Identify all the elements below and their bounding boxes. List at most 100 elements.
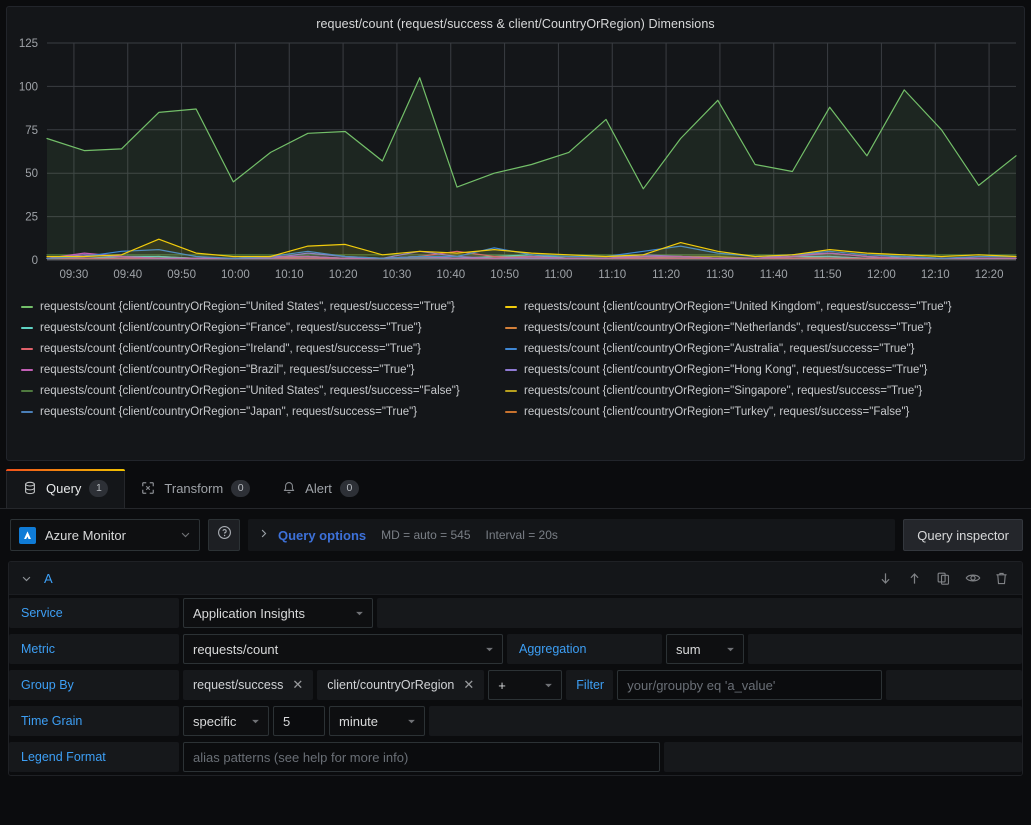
- time-grain-row: Time Grain specific minute: [9, 703, 1022, 739]
- legend-series-label: requests/count {client/countryOrRegion="…: [40, 405, 418, 418]
- close-icon[interactable]: ✕: [463, 677, 474, 693]
- legend-series-label: requests/count {client/countryOrRegion="…: [524, 405, 910, 418]
- legend-series-label: requests/count {client/countryOrRegion="…: [40, 342, 421, 355]
- svg-text:10:30: 10:30: [383, 269, 412, 281]
- group-by-label: Group By: [9, 670, 179, 700]
- legend-item[interactable]: requests/count {client/countryOrRegion="…: [505, 296, 973, 317]
- datasource-picker[interactable]: Azure Monitor: [10, 519, 200, 551]
- query-action-icons: [877, 570, 1014, 587]
- tab-alert[interactable]: Alert 0: [266, 469, 375, 508]
- svg-text:12:00: 12:00: [867, 269, 896, 281]
- legend-series-label: requests/count {client/countryOrRegion="…: [524, 363, 928, 376]
- chart-svg: 0 25 50 75 100 125 09:30 09:40 09:50 10:00 10:10 10…: [19, 38, 1017, 281]
- metric-select[interactable]: requests/count: [183, 634, 503, 664]
- legend-item[interactable]: requests/count {client/countryOrRegion="…: [505, 380, 973, 401]
- svg-text:11:40: 11:40: [760, 269, 788, 281]
- chart-legend: requests/count {client/countryOrRegion="…: [7, 290, 1024, 422]
- legend-series-label: requests/count {client/countryOrRegion="…: [524, 342, 915, 355]
- query-row-a: A Service Application Insights Metric re…: [8, 561, 1023, 776]
- legend-item[interactable]: requests/count {client/countryOrRegion="…: [21, 338, 489, 359]
- legend-format-input[interactable]: [183, 742, 660, 772]
- transform-icon: [141, 481, 156, 496]
- legend-item[interactable]: requests/count {client/countryOrRegion="…: [505, 338, 973, 359]
- chevron-down-icon: [355, 606, 364, 621]
- eye-icon[interactable]: [964, 570, 981, 587]
- legend-item[interactable]: requests/count {client/countryOrRegion="…: [21, 380, 489, 401]
- trash-icon[interactable]: [993, 570, 1010, 587]
- arrow-down-icon[interactable]: [877, 570, 894, 587]
- chevron-down-icon: [407, 714, 416, 729]
- svg-text:0: 0: [32, 255, 38, 267]
- time-grain-amount-input[interactable]: [273, 706, 325, 736]
- group-by-tag-request-success[interactable]: request/success ✕: [183, 670, 314, 700]
- time-grain-unit-value: minute: [339, 713, 379, 729]
- database-icon: [23, 481, 38, 496]
- legend-item[interactable]: requests/count {client/countryOrRegion="…: [505, 359, 973, 380]
- add-group-by-label: +: [498, 677, 506, 693]
- time-grain-row-filler: [429, 706, 1022, 736]
- legend-item[interactable]: requests/count {client/countryOrRegion="…: [21, 401, 489, 422]
- legend-color-swatch: [21, 305, 33, 308]
- svg-text:75: 75: [25, 125, 38, 137]
- tab-count-badge: 0: [339, 480, 359, 497]
- legend-item[interactable]: requests/count {client/countryOrRegion="…: [21, 296, 489, 317]
- tab-count-badge: 0: [231, 480, 251, 497]
- svg-text:10:10: 10:10: [275, 269, 304, 281]
- legend-color-swatch: [505, 389, 517, 392]
- query-ref-id[interactable]: A: [44, 571, 53, 586]
- datasource-help-button[interactable]: [208, 519, 240, 551]
- collapse-query-icon[interactable]: [21, 573, 37, 584]
- time-grain-mode-select[interactable]: specific: [183, 706, 269, 736]
- add-group-by-select[interactable]: +: [488, 670, 563, 700]
- legend-item[interactable]: requests/count {client/countryOrRegion="…: [21, 317, 489, 338]
- chevron-down-icon: [726, 642, 735, 657]
- chevron-down-icon: [251, 714, 260, 729]
- close-icon[interactable]: ✕: [292, 677, 303, 693]
- interval-info: Interval = 20s: [485, 528, 558, 542]
- svg-text:100: 100: [19, 81, 38, 93]
- copy-icon[interactable]: [935, 570, 952, 587]
- chevron-down-icon: [485, 642, 494, 657]
- tab-count-badge: 1: [89, 480, 109, 497]
- svg-text:10:20: 10:20: [329, 269, 358, 281]
- group-by-row: Group By request/success ✕ client/countr…: [9, 667, 1022, 703]
- svg-text:11:00: 11:00: [544, 269, 572, 281]
- aggregation-value: sum: [676, 641, 701, 657]
- graph-panel: request/count (request/success & client/…: [6, 6, 1025, 461]
- arrow-up-icon[interactable]: [906, 570, 923, 587]
- legend-item[interactable]: requests/count {client/countryOrRegion="…: [21, 359, 489, 380]
- time-grain-unit-select[interactable]: minute: [329, 706, 425, 736]
- legend-series-label: requests/count {client/countryOrRegion="…: [40, 384, 460, 397]
- filter-input[interactable]: [617, 670, 883, 700]
- svg-text:10:40: 10:40: [436, 269, 465, 281]
- legend-format-row-filler: [664, 742, 1022, 772]
- legend-series-label: requests/count {client/countryOrRegion="…: [524, 300, 952, 313]
- legend-color-swatch: [21, 326, 33, 329]
- query-options-label[interactable]: Query options: [278, 528, 366, 543]
- query-options-strip[interactable]: Query options MD = auto = 545 Interval =…: [248, 519, 896, 551]
- group-by-tag-client-country[interactable]: client/countryOrRegion ✕: [317, 670, 485, 700]
- legend-series-label: requests/count {client/countryOrRegion="…: [40, 363, 415, 376]
- azure-monitor-logo-icon: [19, 526, 36, 544]
- legend-color-swatch: [505, 368, 517, 371]
- legend-color-swatch: [21, 410, 33, 413]
- tab-label: Transform: [164, 481, 224, 496]
- query-toolbar: Azure Monitor Query options MD = auto = …: [0, 509, 1031, 561]
- service-select[interactable]: Application Insights: [183, 598, 373, 628]
- svg-text:10:00: 10:00: [221, 269, 250, 281]
- legend-series-label: requests/count {client/countryOrRegion="…: [524, 384, 923, 397]
- chart-plot-area[interactable]: 0 25 50 75 100 125 09:30 09:40 09:50 10:00 10:10 10…: [7, 35, 1017, 290]
- legend-item[interactable]: requests/count {client/countryOrRegion="…: [505, 401, 973, 422]
- page-title: request/count (request/success & client/…: [316, 17, 715, 31]
- chevron-down-icon: [180, 528, 191, 543]
- legend-format-row: Legend Format: [9, 739, 1022, 775]
- legend-color-swatch: [21, 389, 33, 392]
- aggregation-select[interactable]: sum: [666, 634, 744, 664]
- tab-query[interactable]: Query 1: [6, 469, 126, 508]
- expand-query-options-icon[interactable]: [258, 526, 269, 544]
- help-circle-icon: [217, 525, 232, 545]
- panel-edit-page: request/count (request/success & client/…: [0, 0, 1031, 825]
- legend-item[interactable]: requests/count {client/countryOrRegion="…: [505, 317, 973, 338]
- tab-transform[interactable]: Transform 0: [125, 469, 266, 508]
- query-inspector-button[interactable]: Query inspector: [903, 519, 1023, 551]
